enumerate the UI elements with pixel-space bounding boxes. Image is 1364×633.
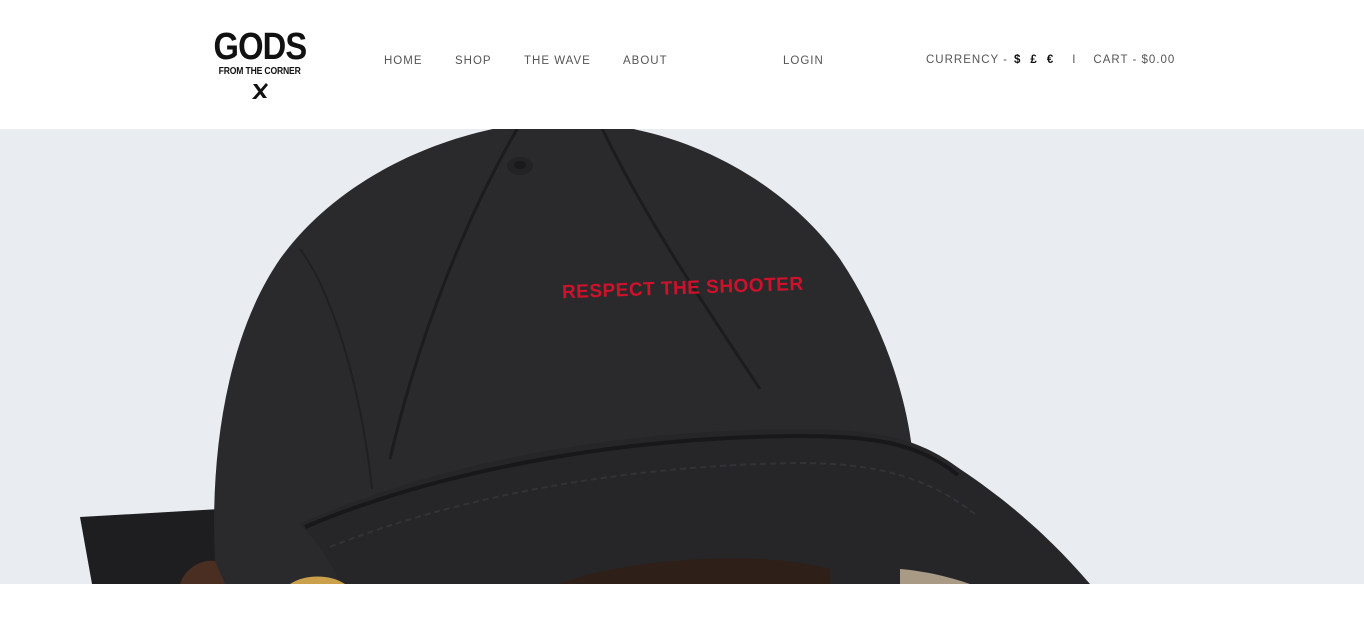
- utility-separator: I: [1072, 54, 1077, 66]
- nav-login[interactable]: LOGIN: [783, 55, 824, 67]
- currency-eur[interactable]: €: [1047, 54, 1054, 66]
- logo-title: GODS: [213, 26, 308, 68]
- currency-usd[interactable]: $: [1014, 54, 1021, 66]
- nav-the-wave[interactable]: THE WAVE: [524, 55, 591, 67]
- currency-gbp[interactable]: £: [1030, 54, 1037, 66]
- site-logo[interactable]: GODS FROM THE CORNER: [214, 28, 307, 104]
- nav-home[interactable]: HOME: [384, 55, 423, 67]
- hero-image: RESPECT THE SHOOTER: [0, 129, 1364, 584]
- nav-shop[interactable]: SHOP: [455, 55, 492, 67]
- site-header: GODS FROM THE CORNER HOME SHOP THE WAVE …: [0, 0, 1364, 129]
- nav-about[interactable]: ABOUT: [623, 55, 668, 67]
- cart-link[interactable]: CART - $0.00: [1093, 54, 1175, 66]
- x-mark-icon: [252, 83, 268, 99]
- hero-banner[interactable]: RESPECT THE SHOOTER: [0, 129, 1364, 584]
- currency-label: CURRENCY -: [926, 54, 1008, 66]
- header-utility: CURRENCY - $ £ € I CART - $0.00: [926, 54, 1175, 66]
- logo-subtitle: FROM THE CORNER: [219, 66, 301, 77]
